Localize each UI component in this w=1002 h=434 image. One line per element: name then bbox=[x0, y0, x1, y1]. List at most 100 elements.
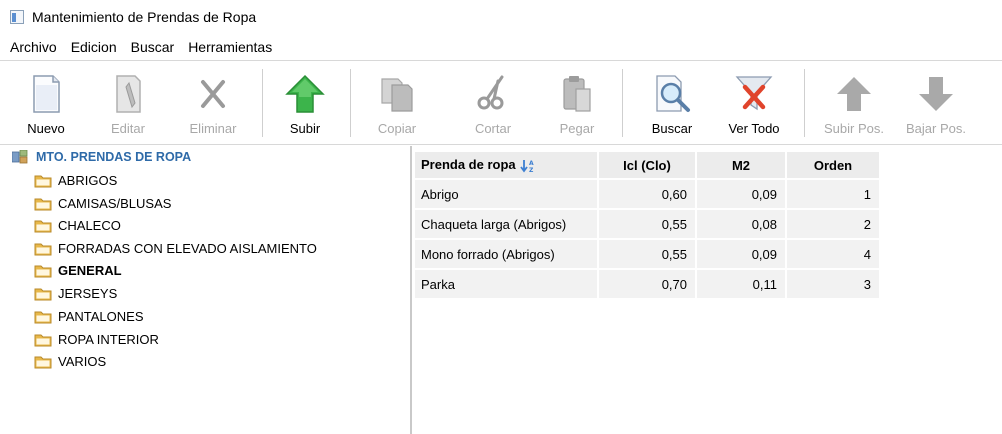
cell-m2: 0,09 bbox=[697, 180, 785, 208]
toolbar: Nuevo Editar Eliminar Subir Copiar Corta… bbox=[0, 60, 1002, 145]
cell-icl: 0,70 bbox=[599, 270, 695, 298]
edit-document-icon bbox=[116, 75, 141, 113]
column-header-m2[interactable]: M2 bbox=[697, 152, 785, 178]
tree-item-jerseys[interactable]: JERSEYS bbox=[34, 286, 117, 301]
app-icon bbox=[10, 10, 24, 24]
bajar-pos-button[interactable]: Bajar Pos. bbox=[896, 61, 976, 145]
tree-item-label: CHALECO bbox=[58, 218, 121, 233]
sort-az-icon: A Z bbox=[519, 159, 534, 173]
garments-grid: Prenda de ropa A Z Icl (Clo) M2 Orden Ab… bbox=[413, 150, 881, 300]
buscar-button[interactable]: Buscar bbox=[640, 61, 704, 145]
tree-item-label: PANTALONES bbox=[58, 309, 144, 324]
tree-item-varios[interactable]: VARIOS bbox=[34, 354, 106, 369]
ver-todo-button[interactable]: Ver Todo bbox=[718, 61, 790, 145]
folder-icon bbox=[34, 198, 52, 210]
cell-orden: 3 bbox=[787, 270, 879, 298]
filter-clear-icon bbox=[735, 76, 773, 111]
editar-button[interactable]: Editar bbox=[98, 61, 158, 145]
table-row[interactable]: Mono forrado (Abrigos) 0,55 0,09 4 bbox=[415, 240, 879, 268]
cell-m2: 0,11 bbox=[697, 270, 785, 298]
column-header-prenda[interactable]: Prenda de ropa A Z bbox=[415, 152, 597, 178]
garments-table: Prenda de ropa A Z Icl (Clo) M2 Orden Ab… bbox=[413, 150, 881, 300]
eliminar-button[interactable]: Eliminar bbox=[178, 61, 248, 145]
tree-item-label: ROPA INTERIOR bbox=[58, 332, 159, 347]
tree-item-camisas-blusas[interactable]: CAMISAS/BLUSAS bbox=[34, 196, 171, 211]
menu-edicion[interactable]: Edicion bbox=[71, 39, 117, 55]
folder-icon bbox=[34, 175, 52, 187]
pegar-label: Pegar bbox=[559, 121, 595, 136]
tree-item-label: VARIOS bbox=[58, 354, 107, 369]
pane-splitter[interactable] bbox=[410, 146, 412, 434]
tree-item-label: JERSEYS bbox=[58, 286, 118, 301]
tree-root[interactable]: MTO. PRENDAS DE ROPA bbox=[12, 150, 191, 164]
up-arrow-icon bbox=[837, 77, 871, 111]
down-arrow-icon bbox=[919, 77, 953, 111]
folder-icon bbox=[34, 265, 52, 277]
category-tree: MTO. PRENDAS DE ROPA ABRIGOS CAMISAS/BLU… bbox=[0, 146, 408, 434]
tree-item-label: FORRADAS CON ELEVADO AISLAMIENTO bbox=[58, 241, 317, 256]
table-row[interactable]: Parka 0,70 0,11 3 bbox=[415, 270, 879, 298]
folder-icon bbox=[34, 288, 52, 300]
nuevo-label: Nuevo bbox=[27, 121, 65, 136]
ver-todo-label: Ver Todo bbox=[728, 121, 780, 136]
folder-icon bbox=[34, 311, 52, 323]
cell-prenda: Mono forrado (Abrigos) bbox=[415, 240, 597, 268]
eliminar-label: Eliminar bbox=[189, 121, 237, 136]
nuevo-button[interactable]: Nuevo bbox=[16, 61, 76, 145]
new-document-icon bbox=[33, 75, 60, 113]
cell-icl: 0,55 bbox=[599, 240, 695, 268]
svg-text:Z: Z bbox=[529, 167, 534, 173]
cortar-label: Cortar bbox=[474, 121, 512, 136]
cell-m2: 0,08 bbox=[697, 210, 785, 238]
column-header-icl[interactable]: Icl (Clo) bbox=[599, 152, 695, 178]
cell-icl: 0,55 bbox=[599, 210, 695, 238]
pegar-button[interactable]: Pegar bbox=[546, 61, 608, 145]
copiar-button[interactable]: Copiar bbox=[366, 61, 428, 145]
toolbar-separator bbox=[804, 69, 805, 137]
green-up-arrow-icon bbox=[285, 74, 325, 113]
tree-item-general[interactable]: GENERAL bbox=[34, 263, 122, 278]
cell-orden: 2 bbox=[787, 210, 879, 238]
subir-pos-button[interactable]: Subir Pos. bbox=[814, 61, 894, 145]
cell-prenda: Abrigo bbox=[415, 180, 597, 208]
folder-icon bbox=[34, 334, 52, 346]
cell-prenda: Chaqueta larga (Abrigos) bbox=[415, 210, 597, 238]
toolbar-separator bbox=[262, 69, 263, 137]
table-row[interactable]: Chaqueta larga (Abrigos) 0,55 0,08 2 bbox=[415, 210, 879, 238]
tree-root-icon bbox=[12, 150, 28, 164]
tree-item-chaleco[interactable]: CHALECO bbox=[34, 218, 121, 233]
copy-icon bbox=[381, 78, 413, 112]
column-header-orden[interactable]: Orden bbox=[787, 152, 879, 178]
menu-herramientas[interactable]: Herramientas bbox=[188, 39, 272, 55]
copiar-label: Copiar bbox=[377, 121, 417, 136]
tree-item-label: GENERAL bbox=[58, 263, 122, 278]
subir-button[interactable]: Subir bbox=[275, 61, 335, 145]
subir-label: Subir bbox=[289, 121, 321, 136]
folder-icon bbox=[34, 243, 52, 255]
editar-label: Editar bbox=[111, 121, 145, 136]
tree-item-label: ABRIGOS bbox=[58, 173, 118, 188]
menu-archivo[interactable]: Archivo bbox=[10, 39, 57, 55]
menu-buscar[interactable]: Buscar bbox=[131, 39, 175, 55]
toolbar-separator bbox=[622, 69, 623, 137]
cell-orden: 1 bbox=[787, 180, 879, 208]
tree-item-abrigos[interactable]: ABRIGOS bbox=[34, 173, 117, 188]
toolbar-separator bbox=[350, 69, 351, 137]
tree-root-label: MTO. PRENDAS DE ROPA bbox=[36, 150, 192, 164]
tree-item-ropa-interior[interactable]: ROPA INTERIOR bbox=[34, 332, 159, 347]
scissors-icon bbox=[477, 75, 504, 110]
search-magnifier-icon bbox=[656, 75, 690, 112]
tree-item-forradas[interactable]: FORRADAS CON ELEVADO AISLAMIENTO bbox=[34, 241, 317, 256]
table-row[interactable]: Abrigo 0,60 0,09 1 bbox=[415, 180, 879, 208]
tree-item-pantalones[interactable]: PANTALONES bbox=[34, 309, 143, 324]
subir-pos-label: Subir Pos. bbox=[824, 121, 884, 136]
svg-text:A: A bbox=[529, 160, 534, 167]
folder-icon bbox=[34, 220, 52, 232]
bajar-pos-label: Bajar Pos. bbox=[906, 121, 966, 136]
delete-x-icon bbox=[201, 80, 225, 108]
cell-orden: 4 bbox=[787, 240, 879, 268]
cell-icl: 0,60 bbox=[599, 180, 695, 208]
cortar-button[interactable]: Cortar bbox=[462, 61, 524, 145]
cell-prenda: Parka bbox=[415, 270, 597, 298]
buscar-label: Buscar bbox=[651, 121, 693, 136]
